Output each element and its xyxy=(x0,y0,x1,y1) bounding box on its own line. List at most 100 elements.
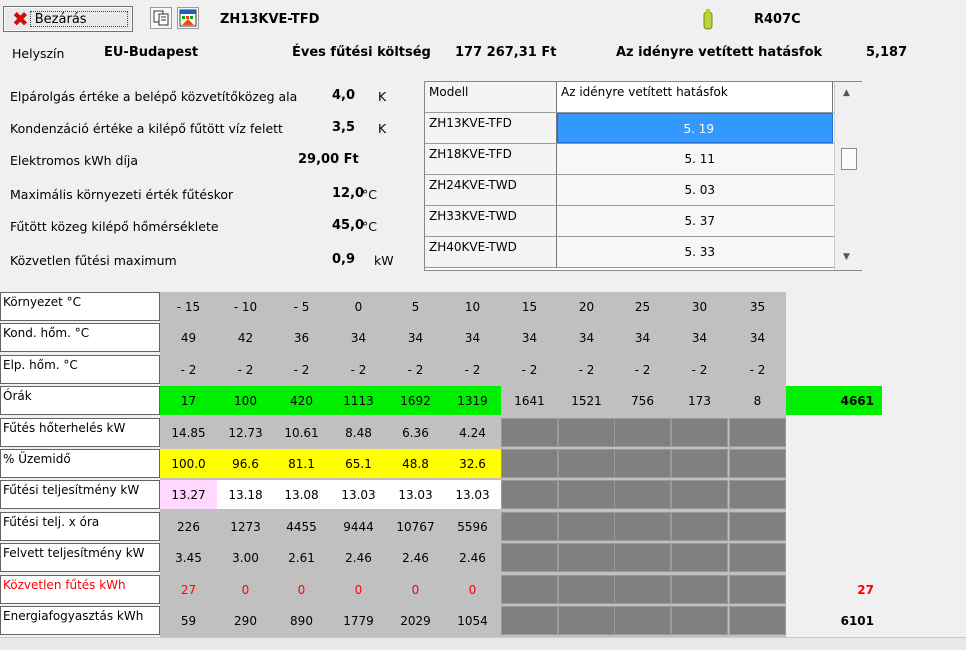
param-unit: °C xyxy=(362,219,377,234)
table-cell: 49 xyxy=(180,331,197,345)
model-efficiency: 5. 37 xyxy=(557,206,833,236)
copy-icon[interactable] xyxy=(150,7,172,29)
table-row-label: Felvett teljesítmény kW xyxy=(0,543,160,572)
param-value: 0,9 xyxy=(332,252,356,267)
table-cell xyxy=(671,480,728,509)
table-cell: 34 xyxy=(691,331,708,345)
table-cell: 0 xyxy=(468,583,477,597)
model-list-row[interactable]: ZH18KVE-TFD 5. 11 xyxy=(425,144,834,175)
table-cell: 4455 xyxy=(286,520,317,534)
heating-table: Környezet °C - 15 - 10 - 5 0 5 10 15 20 25 30 35 Kon… xyxy=(0,292,966,650)
table-cell: 3.45 xyxy=(175,551,202,565)
table-cell: - 10 xyxy=(233,300,258,314)
table-cell: 15 xyxy=(521,300,538,314)
param-value: 3,5 xyxy=(332,120,356,135)
model-list-row[interactable]: ZH13KVE-TFD 5. 19 xyxy=(425,113,834,144)
model-list-row[interactable]: ZH40KVE-TWD 5. 33 xyxy=(425,237,834,268)
table-cell: 6.36 xyxy=(402,426,429,440)
table-cell xyxy=(614,418,671,447)
model-name: ZH24KVE-TWD xyxy=(425,175,557,205)
chart-report-icon[interactable] xyxy=(177,7,199,29)
table-cell: 13.03 xyxy=(387,480,444,509)
efficiency-column-header[interactable]: Az idényre vetített hatásfok xyxy=(557,82,833,112)
location-label: Helyszín xyxy=(12,46,65,61)
table-cell xyxy=(558,480,615,509)
table-cell: - 2 xyxy=(350,363,367,377)
table-cell xyxy=(729,418,786,447)
table-cell: 36 xyxy=(293,331,310,345)
table-cell: 2.46 xyxy=(345,551,372,565)
table-cell xyxy=(501,575,558,604)
table-cell: 14.85 xyxy=(171,426,206,440)
table-cell xyxy=(671,512,728,541)
table-cell: 890 xyxy=(290,614,313,628)
seasonal-efficiency-value: 5,187 xyxy=(866,45,908,60)
table-cell: 13.18 xyxy=(217,480,274,509)
table-cell: 0 xyxy=(354,583,363,597)
table-cell xyxy=(501,418,558,447)
table-row-label: Kond. hőm. °C xyxy=(0,323,160,352)
close-icon: ✖ xyxy=(12,7,29,31)
table-cell: - 2 xyxy=(180,363,197,377)
table-row-label: Fűtési teljesítmény kW xyxy=(0,480,160,509)
model-efficiency: 5. 03 xyxy=(557,175,833,205)
table-cell xyxy=(501,543,558,572)
table-cell: 420 xyxy=(273,386,330,415)
param-unit: kW xyxy=(374,253,394,268)
table-cell: - 5 xyxy=(293,300,310,314)
model-column-header[interactable]: Modell xyxy=(425,82,557,112)
table-cell: 8.48 xyxy=(345,426,372,440)
table-cell: 96.6 xyxy=(217,449,274,478)
table-cell: 34 xyxy=(521,331,538,345)
model-name: ZH40KVE-TWD xyxy=(425,237,557,267)
model-name: ZH33KVE-TWD xyxy=(425,206,557,236)
model-title: ZH13KVE-TFD xyxy=(220,12,320,27)
table-cell: 1319 xyxy=(444,386,501,415)
model-list-scrollbar[interactable]: ▲ ▼ xyxy=(834,82,862,270)
scroll-down-icon[interactable]: ▼ xyxy=(843,252,850,262)
scroll-thumb[interactable] xyxy=(841,148,857,170)
table-cell: - 15 xyxy=(176,300,201,314)
model-list-row[interactable]: ZH24KVE-TWD 5. 03 xyxy=(425,175,834,206)
param-value: 12,0 xyxy=(332,186,365,201)
table-cell: - 2 xyxy=(634,363,651,377)
seasonal-efficiency-label: Az idényre vetített hatásfok xyxy=(616,45,823,60)
table-cell: 8 xyxy=(753,394,762,408)
table-cell: 2.61 xyxy=(288,551,315,565)
table-cell: 81.1 xyxy=(273,449,330,478)
table-cell: 2029 xyxy=(400,614,431,628)
table-cell: 3.00 xyxy=(232,551,259,565)
table-cell: 42 xyxy=(237,331,254,345)
annual-cost-value: 177 267,31 Ft xyxy=(455,45,557,60)
param-label: Elektromos kWh díja xyxy=(10,153,139,168)
table-cell: 9444 xyxy=(343,520,374,534)
table-cell: - 2 xyxy=(237,363,254,377)
table-cell xyxy=(558,418,615,447)
table-cell: - 2 xyxy=(749,363,766,377)
table-cell: 1054 xyxy=(457,614,488,628)
table-cell: 290 xyxy=(234,614,257,628)
table-cell: - 2 xyxy=(521,363,538,377)
table-row-label: % Üzemidő xyxy=(0,449,160,478)
model-efficiency: 5. 33 xyxy=(557,237,833,267)
table-cell: 226 xyxy=(177,520,200,534)
table-cell: 32.6 xyxy=(444,449,501,478)
table-cell: 34 xyxy=(350,331,367,345)
scroll-up-icon[interactable]: ▲ xyxy=(843,88,850,98)
table-cell: 0 xyxy=(354,300,363,314)
model-list-row[interactable]: ZH33KVE-TWD 5. 37 xyxy=(425,206,834,237)
bottom-strip xyxy=(0,637,966,650)
refrigerant-label: R407C xyxy=(754,12,801,27)
table-row-total: 6101 xyxy=(840,614,874,628)
table-row-total: 4661 xyxy=(786,386,882,415)
table-cell xyxy=(671,449,728,478)
table-cell xyxy=(614,512,671,541)
location-value: EU-Budapest xyxy=(104,45,199,60)
table-cell: 20 xyxy=(578,300,595,314)
model-list[interactable]: Modell Az idényre vetített hatásfok ZH13… xyxy=(424,81,862,271)
close-button[interactable]: ✖ Bezárás xyxy=(3,6,133,32)
table-row-label: Fűtési telj. x óra xyxy=(0,512,160,541)
param-unit: K xyxy=(378,89,387,104)
table-cell: 173 xyxy=(688,394,711,408)
model-name: ZH18KVE-TFD xyxy=(425,144,557,174)
